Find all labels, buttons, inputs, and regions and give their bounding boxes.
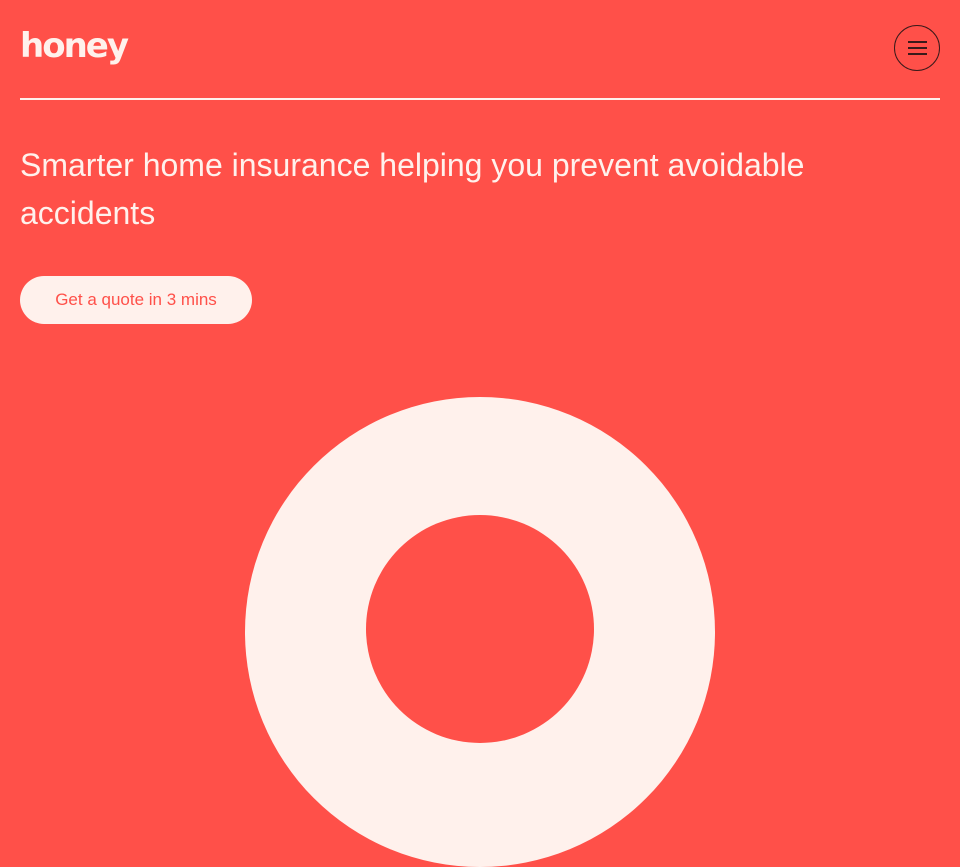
honey-logo[interactable]: honey <box>20 26 129 66</box>
hamburger-menu-icon <box>908 41 927 56</box>
header-divider <box>20 98 940 100</box>
get-quote-button[interactable]: Get a quote in 3 mins <box>20 276 252 324</box>
site-header: honey <box>20 0 940 99</box>
menu-button[interactable] <box>894 25 940 71</box>
hero-headline: Smarter home insurance helping you preve… <box>20 147 805 231</box>
decorative-ring <box>245 397 715 867</box>
decorative-ring-center <box>366 515 594 743</box>
